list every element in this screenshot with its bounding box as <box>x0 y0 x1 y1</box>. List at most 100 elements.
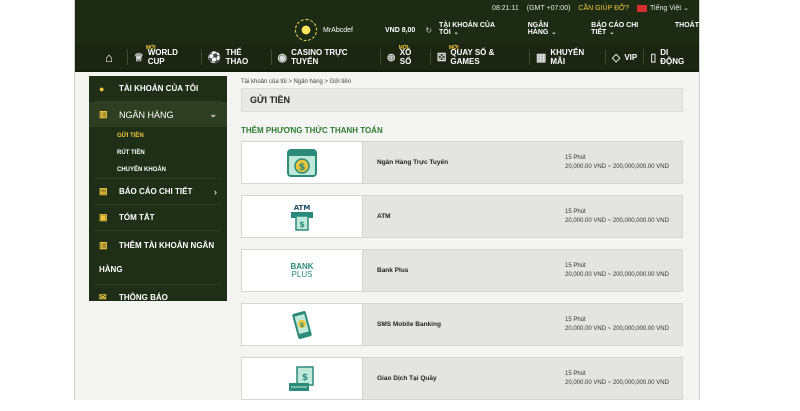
nav-label: KHUYẾN MÃI <box>550 48 585 66</box>
brand-logo-icon <box>295 19 317 41</box>
payment-method-name: SMS Mobile Banking <box>377 321 441 328</box>
envelope-icon: ✉ <box>99 292 107 302</box>
chevron-down-icon: ⌄ <box>683 5 689 12</box>
clock-time: 08:21:11 <box>492 4 519 12</box>
vietnam-flag-icon <box>637 4 648 12</box>
sidebar-subitem-withdraw[interactable]: RÚT TIỀN <box>89 144 227 161</box>
svg-text:$: $ <box>299 162 306 173</box>
chevron-down-icon: ⌄ <box>551 30 557 36</box>
sidebar-item-banking[interactable]: ▥ NGÂN HÀNG ⌄ <box>89 102 227 127</box>
new-badge: MỚI <box>448 45 459 51</box>
bankplus-line-2: PLUS <box>291 269 313 279</box>
atm-logo-text: ATM <box>294 204 311 212</box>
section-heading: THÊM PHƯƠNG THỨC THANH TOÁN <box>241 126 383 135</box>
payment-method-row[interactable]: $ SMS Mobile Banking 15 Phút 20,000.00 V… <box>241 303 683 346</box>
new-badge: MỚI <box>398 45 409 51</box>
payment-method-name: ATM <box>377 213 391 220</box>
nav-sports[interactable]: ⚽ THỂ THAO <box>202 44 271 70</box>
payment-method-info: 15 Phút 20,000.00 VND ~ 200,000,000.00 V… <box>565 250 682 291</box>
username[interactable]: MrAbcdef <box>323 27 353 34</box>
topmenu-label: BÁO CÁO CHI TIẾT <box>591 22 639 36</box>
sidebar-item-label: THÊM TÀI KHOẢN NGÂN HÀNG <box>99 241 215 274</box>
topmenu-logout[interactable]: THOÁT <box>675 22 699 36</box>
language-selector[interactable]: Tiếng Việt ⌄ <box>637 4 689 12</box>
processing-time: 15 Phút <box>565 370 586 377</box>
sidebar-item-my-account[interactable]: ● TÀI KHOẢN CỦA TÔI <box>89 76 227 101</box>
chevron-down-icon: ⌄ <box>609 30 615 36</box>
new-badge: MỚI <box>145 45 156 51</box>
online-banking-icon: $ <box>287 148 317 177</box>
home-icon[interactable]: ⌂ <box>75 44 127 70</box>
page-frame: 08:21:11 (GMT +07:00) CẦN GIÚP ĐỠ? Tiếng… <box>74 0 700 400</box>
top-status-strip: 08:21:11 (GMT +07:00) CẦN GIÚP ĐỠ? Tiếng… <box>492 4 689 13</box>
user-icon: ● <box>99 83 105 94</box>
payment-method-logo: $ <box>242 304 363 345</box>
atm-icon: ATM $ <box>291 204 313 231</box>
svg-text:$: $ <box>300 322 304 329</box>
topmenu-banking[interactable]: NGÂN HÀNG ⌄ <box>528 22 577 36</box>
sidebar-subitem-transfer[interactable]: CHUYỂN KHOẢN <box>89 161 227 178</box>
payment-method-info: 15 Phút 20,000.00 VND ~ 200,000,000.00 V… <box>565 358 682 399</box>
mobile-icon: ▯ <box>650 51 657 64</box>
nav-games[interactable]: MỚI ⚄ QUAY SỐ & GAMES <box>431 44 529 70</box>
topmenu-reports[interactable]: BÁO CÁO CHI TIẾT ⌄ <box>591 22 661 36</box>
nav-promotions[interactable]: ▦ KHUYẾN MÃI <box>530 44 605 70</box>
chevron-right-icon: › <box>214 186 217 197</box>
casino-chip-icon: ◉ <box>277 51 288 64</box>
user-row: MrAbcdef VND 8,00 ↻ <box>295 19 432 41</box>
chevron-down-icon: ⌄ <box>209 109 217 119</box>
processing-time: 15 Phút <box>565 208 586 215</box>
sidebar-item-add-bank-account[interactable]: ▥ THÊM TÀI KHOẢN NGÂN HÀNG <box>89 231 227 284</box>
nav-label: CASINO TRỰC TUYẾN <box>291 48 348 66</box>
payment-method-row[interactable]: ATM $ ATM 15 Phút 20,000.00 VND ~ 200,00… <box>241 195 683 238</box>
nav-casino[interactable]: ◉ CASINO TRỰC TUYẾN <box>272 44 380 70</box>
sms-mobile-icon: $ <box>292 310 312 339</box>
chevron-down-icon: ⌄ <box>453 30 459 36</box>
refresh-balance-icon[interactable]: ↻ <box>425 26 432 35</box>
nav-mobile[interactable]: ▯ DI ĐỘNG <box>644 44 699 70</box>
payment-method-logo: $ <box>242 142 363 183</box>
topmenu-my-account[interactable]: TÀI KHOẢN CỦA TÔI ⌄ <box>439 22 514 36</box>
svg-text:$: $ <box>299 220 305 229</box>
gift-icon: ▦ <box>535 51 547 64</box>
sidebar-item-summary[interactable]: ▣ TÓM TẮT <box>89 205 227 230</box>
amount-range: 20,000.00 VND ~ 200,000,000.00 VND <box>565 325 669 332</box>
processing-time: 15 Phút <box>565 316 586 323</box>
payment-method-logo: $ <box>242 358 363 399</box>
language-label: Tiếng Việt <box>650 5 682 12</box>
nav-lottery[interactable]: MỚI ⊛ XỔ SỐ <box>381 44 430 70</box>
payment-method-row[interactable]: BANK PLUS Bank Plus 15 Phút 20,000.00 VN… <box>241 249 683 292</box>
sidebar-item-reports[interactable]: ▤ BÁO CÁO CHI TIẾT › <box>89 179 227 204</box>
payment-method-name: Giao Dịch Tại Quầy <box>377 375 437 382</box>
payment-method-row[interactable]: $ Giao Dịch Tại Quầy 15 Phút 20,000.00 V… <box>241 357 683 400</box>
top-menu: TÀI KHOẢN CỦA TÔI ⌄ NGÂN HÀNG ⌄ BÁO CÁO CH… <box>439 22 699 36</box>
add-bank-icon: ▥ <box>99 240 108 250</box>
amount-range: 20,000.00 VND ~ 200,000,000.00 VND <box>565 163 669 170</box>
dice-icon: ⚄ <box>436 51 447 64</box>
soccer-ball-icon: ⚽ <box>207 51 222 64</box>
nav-label: DI ĐỘNG <box>660 48 685 66</box>
nav-vip[interactable]: ◇ VIP <box>606 44 643 70</box>
diamond-icon: ◇ <box>611 51 621 64</box>
sidebar-item-label: TÓM TẮT <box>119 213 155 222</box>
counter-cash-icon: $ <box>289 365 314 391</box>
payment-method-name: Ngân Hàng Trực Tuyến <box>377 159 449 166</box>
payment-method-name: Bank Plus <box>377 267 409 274</box>
payment-method-logo: ATM $ <box>242 196 363 237</box>
page-title: GỬI TIỀN <box>241 88 683 112</box>
help-link[interactable]: CẦN GIÚP ĐỠ? <box>578 5 629 12</box>
sidebar-item-label: NGÂN HÀNG <box>119 109 174 120</box>
sidebar-item-label: BÁO CÁO CHI TIẾT <box>119 187 193 196</box>
sidebar-subitem-deposit[interactable]: GỬI TIỀN <box>89 127 227 144</box>
nav-label: QUAY SỐ & GAMES <box>450 48 495 66</box>
payment-method-row[interactable]: $ Ngân Hàng Trực Tuyến 15 Phút 20,000.00… <box>241 141 683 184</box>
main-content: Tài khoản của tôi > Ngân hàng > Gửi tiền… <box>241 76 683 411</box>
trophy-icon: ♕ <box>133 51 144 64</box>
sidebar-item-notifications[interactable]: ✉ THÔNG BÁO <box>89 285 227 310</box>
topmenu-label: NGÂN HÀNG <box>527 22 549 36</box>
nav-world-cup[interactable]: MỚI ♕ WORLD CUP <box>128 44 201 70</box>
timezone: (GMT +07:00) <box>526 4 571 12</box>
report-icon: ▤ <box>99 186 108 196</box>
breadcrumb[interactable]: Tài khoản của tôi > Ngân hàng > Gửi tiền <box>241 76 683 88</box>
sidebar: ● TÀI KHOẢN CỦA TÔI ▥ NGÂN HÀNG ⌄ GỬI TIỀN … <box>89 76 227 302</box>
